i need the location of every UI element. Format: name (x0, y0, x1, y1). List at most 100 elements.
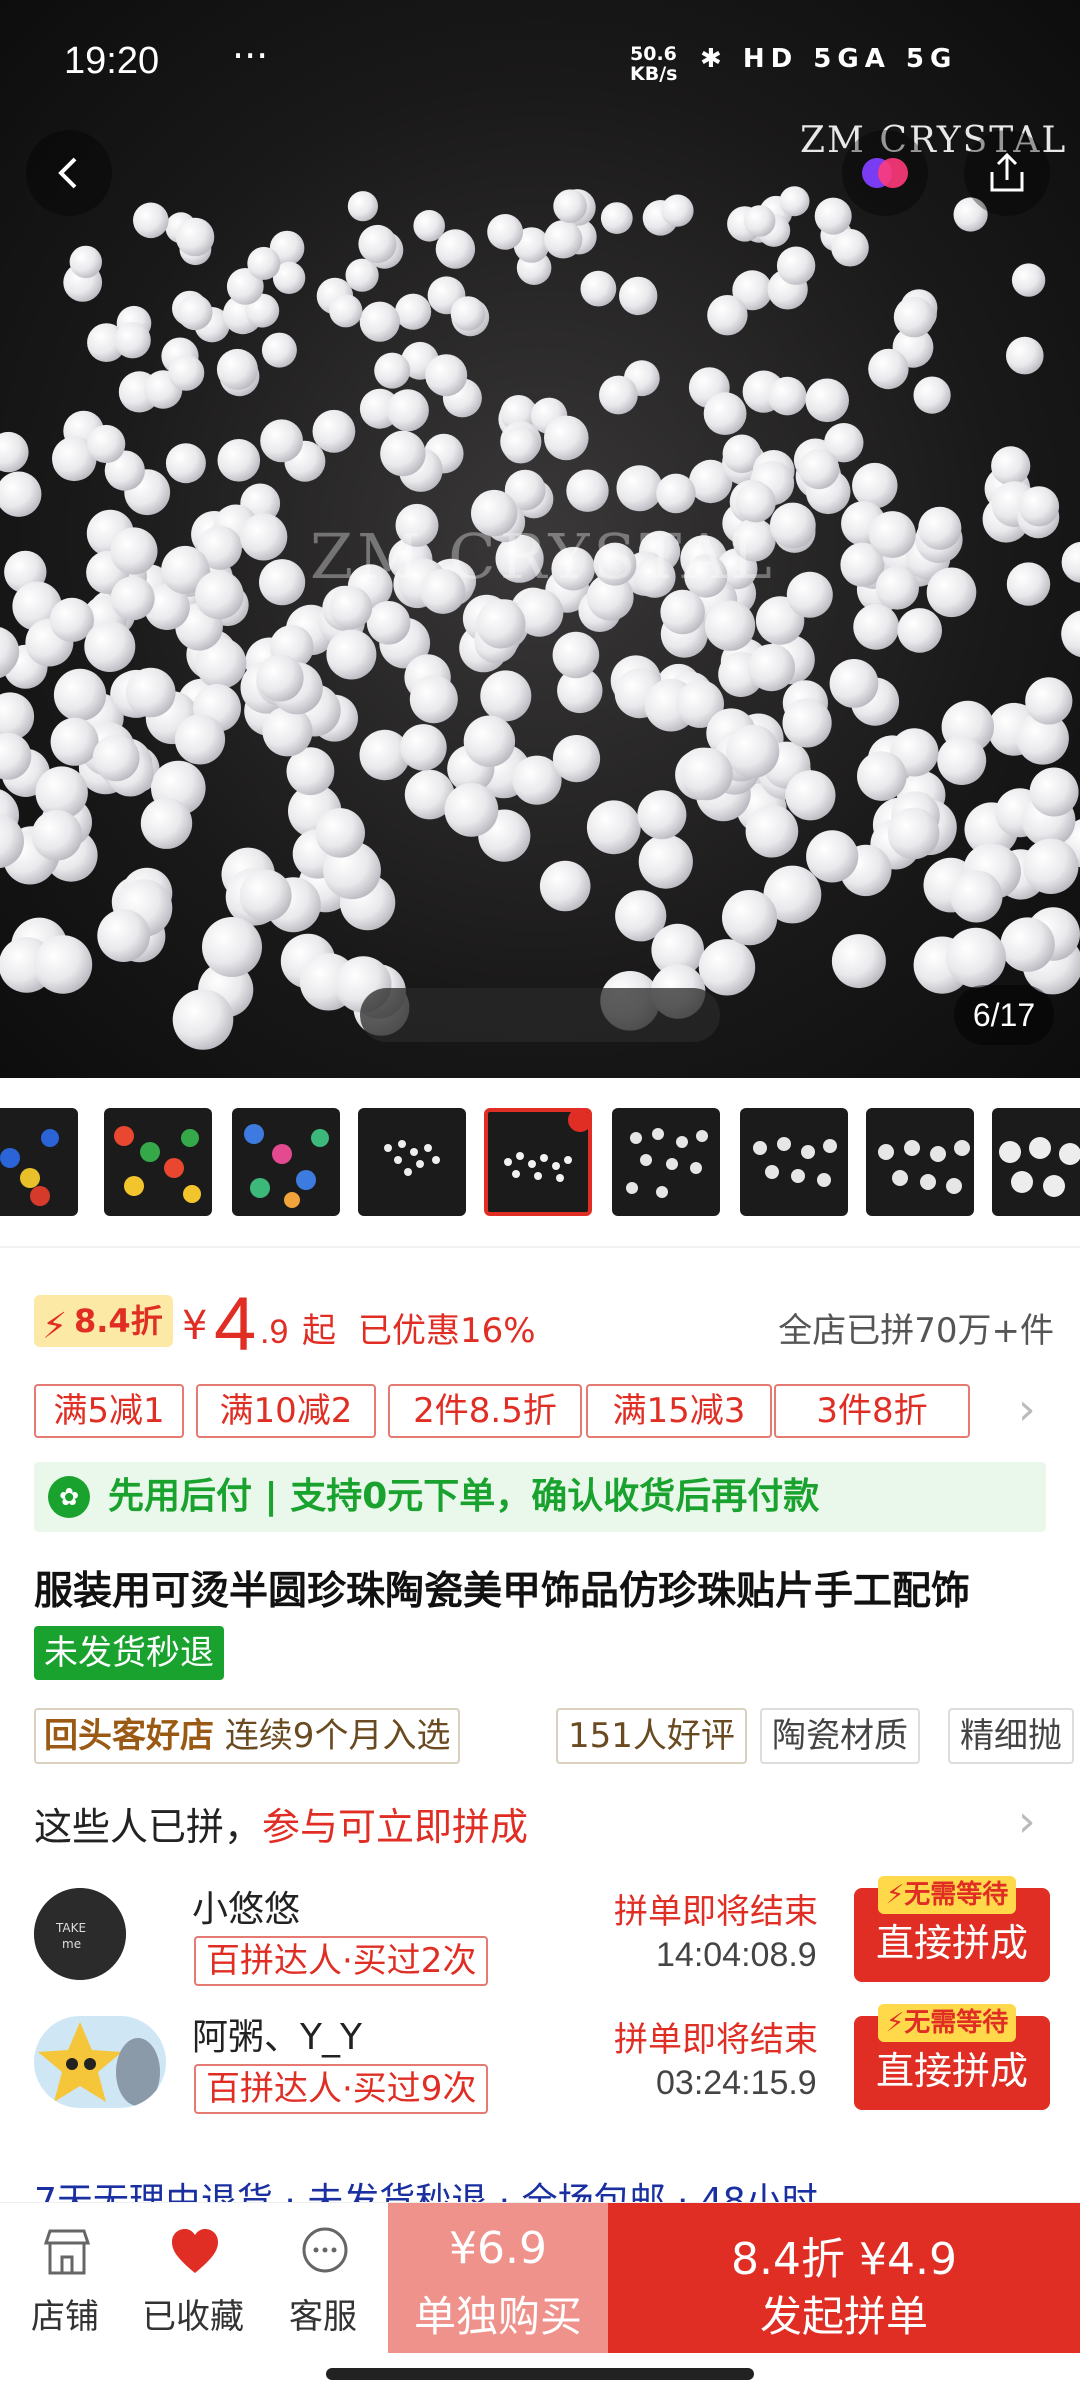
pearl (487, 214, 523, 250)
pearl (743, 205, 776, 237)
pearl (814, 197, 852, 235)
pay-later-banner[interactable]: ✿ 先用后付 | 支持0元下单，确认收货后再付款 (34, 1462, 1046, 1532)
group-buy-header[interactable]: 这些人已拼，参与可立即拼成 (34, 1796, 528, 1851)
group-row: 阿粥、Y_Y 百拼达人·买过9次 拼单即将结束 03:24:15.9 ⚡无需等待… (34, 2004, 1054, 2118)
coupon-4[interactable]: 满15减3 (586, 1384, 772, 1438)
no-wait-badge: ⚡无需等待 (878, 2004, 1017, 2042)
pearl (168, 354, 205, 391)
pearl (177, 294, 213, 331)
pearl (87, 424, 126, 464)
pearl (133, 202, 169, 239)
pearl (769, 502, 816, 549)
ending-soon: 拼单即将结束 (614, 2020, 818, 2060)
pearl (84, 621, 136, 672)
group-head-highlight: 参与可立即拼成 (262, 1805, 529, 1849)
tag-repeat-shop[interactable]: 回头客好店 连续9个月入选 (34, 1708, 461, 1764)
pearl (586, 800, 641, 855)
pearl (680, 747, 733, 801)
thumbnail-2[interactable] (104, 1108, 212, 1216)
coupon-5[interactable]: 3件8折 (774, 1384, 970, 1438)
pearl (329, 294, 363, 328)
pearl (1029, 767, 1079, 817)
pay-later-icon: ✿ (48, 1476, 90, 1518)
pearl (539, 860, 591, 912)
pearl (704, 600, 756, 651)
thumbnail-7[interactable] (740, 1108, 848, 1216)
pearl (805, 378, 849, 423)
pearl (239, 869, 292, 922)
thumbnail-3[interactable] (232, 1108, 340, 1216)
pearl (502, 426, 540, 464)
service-button[interactable]: 客服 (260, 2203, 386, 2353)
pearl (260, 419, 303, 463)
watermark-center: ZM CRYSTAL (310, 520, 776, 593)
coupon-2[interactable]: 满10减2 (196, 1384, 376, 1438)
shop-button[interactable]: 店铺 (2, 2203, 128, 2353)
pearl (638, 834, 693, 889)
tag-polish[interactable]: 精细抛 (948, 1708, 1074, 1764)
pearl (359, 301, 400, 342)
pearl (1006, 562, 1051, 606)
net-speed: 50.6 KB/s (630, 44, 677, 84)
status-time: 19:20 (64, 40, 160, 82)
back-button[interactable] (26, 130, 112, 216)
pearl (347, 191, 378, 222)
pearl (97, 909, 151, 962)
single-label: 单独购买 (413, 2292, 582, 2341)
coupon-row[interactable]: 满5减1 满10减2 2件8.5折 满15减3 3件8折 › (34, 1384, 1074, 1440)
pearl (806, 830, 859, 883)
share-button[interactable] (964, 130, 1050, 216)
thumbnail-6[interactable] (612, 1108, 720, 1216)
thumbnail-1[interactable] (0, 1108, 78, 1216)
pearl (829, 659, 879, 708)
home-indicator[interactable] (326, 2368, 754, 2380)
avatar (34, 2016, 166, 2108)
pearl (857, 751, 907, 801)
pearl (782, 698, 832, 748)
start-group-button[interactable]: 8.4折 ¥4.9 发起拼单 (608, 2203, 1080, 2353)
favorite-button[interactable]: 已收藏 (130, 2203, 256, 2353)
discount-tag: ⚡ 8.4折 (34, 1295, 173, 1347)
buy-alone-button[interactable]: ¥6.9 单独购买 (388, 2203, 608, 2353)
pearl (1061, 610, 1080, 657)
pearl (745, 804, 799, 858)
svg-text:TAKE: TAKE (55, 1921, 86, 1935)
pearl (637, 790, 687, 840)
coupon-3[interactable]: 2件8.5折 (388, 1384, 582, 1438)
thumbnail-8[interactable] (866, 1108, 974, 1216)
thumbnail-5-selected[interactable] (484, 1108, 592, 1216)
chevron-right-icon[interactable]: › (1018, 1796, 1036, 1847)
thumbnail-9[interactable] (992, 1108, 1080, 1216)
thumbnail-strip[interactable] (0, 1104, 1080, 1222)
countdown-timer: 03:24:15.9 (656, 2064, 817, 2102)
heart-icon (172, 2229, 218, 2273)
thumbnail-4[interactable] (358, 1108, 466, 1216)
app-switch-button[interactable] (842, 130, 928, 216)
user-info-badge: 百拼达人·买过9次 (194, 2064, 489, 2114)
pearl (991, 446, 1031, 486)
pearl (114, 322, 151, 359)
tag-material[interactable]: 陶瓷材质 (760, 1708, 920, 1764)
join-group-button[interactable]: ⚡无需等待 直接拼成 (854, 2004, 1050, 2110)
product-tags[interactable]: 回头客好店 连续9个月入选 151人好评 陶瓷材质 精细抛 (34, 1708, 1080, 1766)
price-from: 起 (302, 1311, 336, 1351)
pearl (869, 511, 916, 558)
coupon-1[interactable]: 满5减1 (34, 1384, 184, 1438)
price-decimal: .9 (260, 1313, 289, 1351)
status-bar: 19:20 ··· 50.6 KB/s ✱ HD 5GA 5G (0, 0, 1080, 130)
currency-symbol: ¥ (182, 1303, 208, 1349)
pearl (552, 735, 601, 783)
pearl (725, 724, 780, 779)
pearl (366, 601, 411, 645)
pearl (1011, 263, 1046, 297)
tag-reviews[interactable]: 151人好评 (556, 1708, 747, 1764)
pearl (240, 513, 288, 561)
image-pager: 6/17 (954, 985, 1054, 1045)
chevron-right-icon[interactable]: › (1018, 1384, 1036, 1435)
pearl (1025, 677, 1073, 725)
favorite-label: 已收藏 (142, 2297, 244, 2337)
pearl (926, 567, 977, 618)
join-group-button[interactable]: ⚡无需等待 直接拼成 (854, 1876, 1050, 1982)
user-info-badge: 百拼达人·买过2次 (194, 1936, 489, 1986)
pearl (831, 228, 869, 267)
